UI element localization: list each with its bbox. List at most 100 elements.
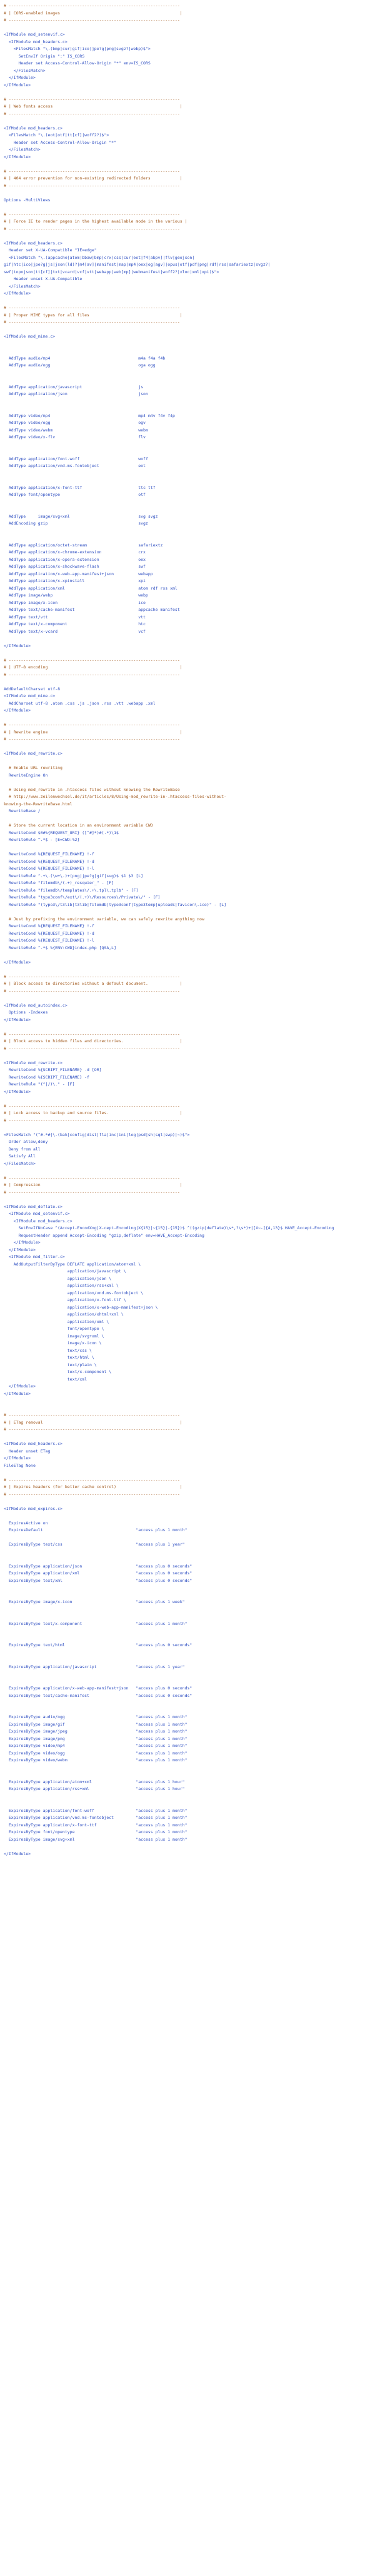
comment-line: # --------------------------------------… — [4, 737, 180, 742]
directive-line: ExpiresByType image/x-icon "access plus … — [4, 1599, 185, 1604]
comment-line: # | Lock access to backup and source fil… — [4, 1110, 182, 1115]
directive-line: application/x-font-ttf \ — [4, 1297, 126, 1302]
directive-line: RewriteCond %{SCRIPT_FILENAME} -f — [4, 1074, 89, 1080]
directive-line: </IfModule> — [4, 1089, 31, 1094]
directive-line: </IfModule> — [4, 1247, 36, 1252]
directive-line: font/opentype \ — [4, 1326, 104, 1331]
comment-line: # --------------------------------------… — [4, 226, 180, 231]
directive-line: ExpiresByType font/opentype "access plus… — [4, 1829, 188, 1834]
directive-line: RewriteRule "filemdb\/(.+)_resquier_" - … — [4, 880, 114, 885]
directive-line: AddType application/javascript js — [4, 384, 144, 390]
directive-line: <IfModule mod_mime.c> — [4, 334, 56, 339]
directive-line: application/json \ — [4, 1275, 112, 1281]
directive-line: <IfModule mod_autoindex.c> — [4, 1002, 68, 1008]
directive-line: ExpiresByType image/gif "access plus 1 m… — [4, 1721, 188, 1727]
directive-line: application/rss+xml \ — [4, 1283, 119, 1288]
directive-line: AddCharset utf-8 .atom .css .js .json .r… — [4, 700, 156, 706]
directive-line: RequestHeader append Accept-Encoding "gz… — [4, 1232, 204, 1238]
directive-line: AddType text/x-vcard vcf — [4, 628, 146, 634]
comment-line: # --------------------------------------… — [4, 18, 180, 23]
directive-line: AddType application/vnd.ms-fontobject eo… — [4, 463, 146, 468]
directive-line: application/xhtml+xml \ — [4, 1312, 124, 1317]
comment-line: # --------------------------------------… — [4, 96, 180, 102]
directive-line: Header set Access-Control-Allow-Origin "… — [4, 61, 151, 66]
directive-line: </IfModule> — [4, 643, 31, 648]
directive-line: image/x-icon \ — [4, 1341, 102, 1346]
directive-line: AddType text/cache-manifest appcache man… — [4, 607, 180, 612]
directive-line: AddType video/x-flv flv — [4, 435, 146, 440]
directive-line: AddType application/x-font-ttf ttc ttf — [4, 485, 156, 490]
directive-line: RewriteCond %{REQUEST_FILENAME} !-f — [4, 852, 94, 857]
directive-line: <IfModule mod_mime.c> — [4, 693, 56, 698]
comment-line: # --------------------------------------… — [4, 305, 180, 310]
directive-line: RewriteRule "filemdb\/templates\/.+\.tpl… — [4, 887, 139, 893]
directive-line: AddDefaultCharset utf-8 — [4, 686, 61, 692]
directive-line: AddType video/webm webm — [4, 427, 148, 433]
directive-line: RewriteRule ^.+\.(\w+\.)+(png|jpe?g|gif|… — [4, 873, 144, 878]
comment-line: # --------------------------------------… — [4, 1491, 180, 1497]
directive-line: AddType application/x-chrome-extension c… — [4, 550, 146, 555]
directive-line: text/x-component \ — [4, 1369, 112, 1374]
directive-line: Satisfy All — [4, 1154, 36, 1159]
directive-line: Header unset X-UA-Compatible — [4, 276, 82, 281]
comment-line: # Enable URL rewriting — [4, 765, 62, 770]
directive-line: </IfModule> — [4, 959, 31, 965]
comment-line: # --------------------------------------… — [4, 1031, 180, 1037]
directive-line: RewriteBase / — [4, 808, 41, 813]
directive-line: </IfModule> — [4, 291, 31, 296]
directive-line: AddType text/vtt vtt — [4, 614, 146, 620]
directive-line: AddType application/x-xpinstall xpi — [4, 578, 146, 583]
directive-line: SetEnvIfNoCase ^(Accept-EncodXng|X-cept-… — [4, 1225, 334, 1230]
directive-line: </IfModule> — [4, 1384, 36, 1389]
directive-line: AddType image/x-icon ico — [4, 600, 146, 605]
directive-line: AddType audio/ogg oga ogg — [4, 363, 156, 368]
directive-line: ExpiresByType application/x-web-app-mani… — [4, 1686, 192, 1691]
comment-line: # --------------------------------------… — [4, 1117, 180, 1123]
comment-line: # --------------------------------------… — [4, 1103, 180, 1109]
comment-line: # --------------------------------------… — [4, 183, 180, 188]
comment-line: # | Block access to hidden files and dir… — [4, 1039, 182, 1044]
directive-line: text/xml — [4, 1376, 88, 1382]
directive-line: ExpiresByType application/atom+xml "acce… — [4, 1779, 185, 1784]
directive-line: ExpiresByType text/css "access plus 1 ye… — [4, 1542, 185, 1547]
comment-line: # --------------------------------------… — [4, 1477, 180, 1482]
directive-line: Options -Indexes — [4, 1010, 48, 1015]
directive-line: RewriteRule "typo3conf\/ext\/(.+)\/Resou… — [4, 895, 161, 900]
directive-line: Header set Access-Control-Allow-Origin "… — [4, 139, 117, 145]
directive-line: AddType application/x-shockwave-flash sw… — [4, 564, 146, 569]
directive-line: swf|topojson|tt[cf]|txt|vcard|vcf|vtt|we… — [4, 269, 219, 274]
directive-line: ExpiresByType image/svg+xml "access plus… — [4, 1836, 188, 1842]
directive-line: gif|htc|ico|jpe?g|js|json(ld)?|m4[av]|ma… — [4, 262, 271, 267]
directive-line: <IfModule mod_filter.c> — [4, 1254, 65, 1259]
directive-line: AddType application/octet-stream safarie… — [4, 542, 163, 548]
comment-line: # --------------------------------------… — [4, 988, 180, 994]
directive-line: RewriteCond $0#%{REQUEST_URI} ([^#]*)#(.… — [4, 830, 119, 835]
directive-line: <IfModule mod_setenvif.c> — [4, 32, 65, 37]
directive-line: <FilesMatch "(^#.*#|\.(bak|config|dist|f… — [4, 1132, 190, 1137]
